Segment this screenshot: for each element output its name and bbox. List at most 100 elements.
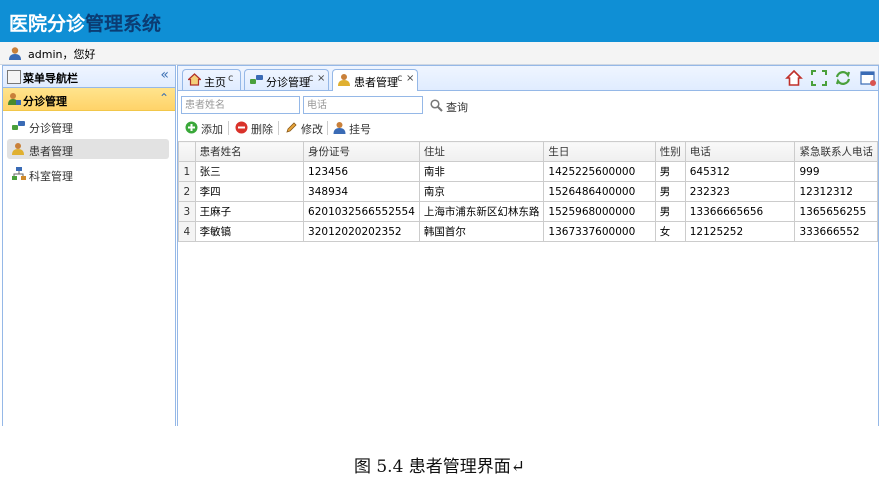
column-header[interactable]: 住址	[418, 141, 545, 162]
patient-icon	[12, 143, 24, 155]
table-cell: 13366665656	[684, 201, 796, 222]
tab-patients[interactable]: 患者管理 c ×	[332, 69, 418, 91]
refresh-icon[interactable]	[834, 69, 852, 87]
toolbar-divider	[327, 121, 328, 135]
column-header[interactable]: 性别	[654, 141, 686, 162]
table-row[interactable]: 3 王麻子 6201032566552554 上海市浦东新区幻林东路 15259…	[178, 201, 878, 222]
table-cell: 333666552	[794, 221, 878, 242]
table-cell: 1526486400000	[543, 181, 656, 202]
phone-input[interactable]	[303, 96, 423, 114]
action-toolbar: 添加 删除 修改 挂号	[178, 118, 878, 138]
collapse-sidebar-icon[interactable]: «	[160, 67, 169, 83]
row-number: 1	[178, 161, 196, 182]
sidebar-item-label: 患者管理	[29, 145, 73, 158]
table-cell: 男	[654, 201, 686, 222]
row-number: 3	[178, 201, 196, 222]
table-cell: 348934	[303, 181, 420, 202]
row-number-header	[178, 141, 196, 162]
remove-icon	[235, 121, 248, 134]
pencil-icon	[286, 122, 297, 133]
table-cell: 1425225600000	[543, 161, 656, 182]
sidebar-item-label: 科室管理	[29, 170, 73, 183]
home-icon	[188, 73, 201, 86]
table-cell: 1525968000000	[543, 201, 656, 222]
toolbar-divider	[278, 121, 279, 135]
table-cell: 645312	[684, 161, 796, 182]
table-cell: 12125252	[684, 221, 796, 242]
chevron-up-icon[interactable]: ⌃	[159, 91, 169, 105]
table-cell: 232323	[684, 181, 796, 202]
row-number: 4	[178, 221, 196, 242]
sidebar-item-label: 分诊管理	[29, 122, 73, 135]
user-bar: admin，您好	[0, 42, 879, 65]
figure-caption: 图 5.4 患者管理界面↵	[353, 457, 526, 477]
app-title: 医院分诊管理系统	[9, 13, 162, 35]
sidebar-item-triage[interactable]: 分诊管理	[7, 116, 169, 136]
user-greeting: admin，您好	[28, 48, 96, 61]
column-header[interactable]: 紧急联系人电话	[794, 141, 878, 162]
main-panel: 主页 c 分诊管理 c × 患者管理 c × 患者姓名 电话 查询 添加 删除 …	[177, 65, 879, 426]
table-cell: 999	[794, 161, 878, 182]
table-cell: 王麻子	[194, 201, 305, 222]
table-cell: 李敏镐	[194, 221, 305, 242]
table-cell: 12312312	[794, 181, 878, 202]
column-header[interactable]: 身份证号	[303, 141, 420, 162]
fullscreen-icon[interactable]	[810, 69, 828, 87]
home-icon[interactable]	[785, 69, 803, 87]
column-header[interactable]: 生日	[543, 141, 656, 162]
table-cell: 6201032566552554	[303, 201, 420, 222]
search-row: 查询	[178, 96, 878, 118]
toolbar-divider	[228, 121, 229, 135]
table-cell: 32012020202352	[303, 221, 420, 242]
close-icon[interactable]: ×	[317, 73, 325, 84]
table-cell: 张三	[194, 161, 305, 182]
register-button[interactable]: 挂号	[333, 120, 373, 136]
user-group-icon	[8, 93, 21, 105]
sidebar-group-triage[interactable]: 分诊管理 ⌃	[3, 88, 175, 111]
table-cell: 1367337600000	[543, 221, 656, 242]
sidebar: 菜单导航栏 « 分诊管理 ⌃ 分诊管理 患者管理 科室管理	[2, 65, 176, 426]
sidebar-header: 菜单导航栏 «	[3, 66, 175, 88]
table-cell: 南京	[418, 181, 545, 202]
patient-table: 患者姓名 身份证号 住址 生日 性别 电话 紧急联系人电话 1 张三 12345…	[178, 141, 878, 242]
tab-home[interactable]: 主页 c	[182, 69, 241, 90]
table-cell: 男	[654, 161, 686, 182]
refresh-icon[interactable]: c	[228, 73, 234, 84]
sidebar-title: 菜单导航栏	[23, 72, 78, 85]
table-cell: 女	[654, 221, 686, 242]
tab-label: 主页	[204, 76, 226, 89]
delete-button[interactable]: 删除	[235, 120, 275, 136]
department-icon	[12, 167, 26, 180]
link-icon	[250, 75, 263, 84]
table-row[interactable]: 4 李敏镐 32012020202352 韩国首尔 1367337600000 …	[178, 221, 878, 242]
refresh-icon[interactable]: c	[308, 73, 314, 84]
tab-label: 分诊管理	[266, 76, 310, 89]
table-cell: 韩国首尔	[418, 221, 545, 242]
table-row[interactable]: 2 李四 348934 南京 1526486400000 男 232323 12…	[178, 181, 878, 202]
tab-label: 患者管理	[354, 76, 398, 89]
add-button[interactable]: 添加	[185, 120, 225, 136]
row-number: 2	[178, 181, 196, 202]
table-cell: 李四	[194, 181, 305, 202]
column-header[interactable]: 电话	[684, 141, 796, 162]
refresh-icon[interactable]: c	[397, 73, 403, 84]
table-header-row: 患者姓名 身份证号 住址 生日 性别 电话 紧急联系人电话	[178, 141, 878, 162]
sidebar-item-patients[interactable]: 患者管理	[7, 139, 169, 159]
link-icon	[12, 121, 25, 130]
tab-bar: 主页 c 分诊管理 c × 患者管理 c ×	[178, 66, 878, 91]
window-close-icon[interactable]	[859, 69, 877, 87]
edit-button[interactable]: 修改	[285, 120, 325, 136]
sidebar-group-label: 分诊管理	[23, 95, 67, 108]
table-cell: 上海市浦东新区幻林东路	[418, 201, 545, 222]
patient-name-input[interactable]	[181, 96, 300, 114]
sidebar-item-departments[interactable]: 科室管理	[7, 164, 169, 184]
patient-icon	[338, 74, 350, 86]
tab-triage[interactable]: 分诊管理 c ×	[244, 69, 329, 90]
menu-icon	[7, 70, 21, 84]
table-row[interactable]: 1 张三 123456 南非 1425225600000 男 645312 99…	[178, 161, 878, 182]
column-header[interactable]: 患者姓名	[194, 141, 305, 162]
user-icon	[9, 47, 21, 60]
close-icon[interactable]: ×	[406, 73, 414, 84]
table-cell: 男	[654, 181, 686, 202]
table-cell: 南非	[418, 161, 545, 182]
